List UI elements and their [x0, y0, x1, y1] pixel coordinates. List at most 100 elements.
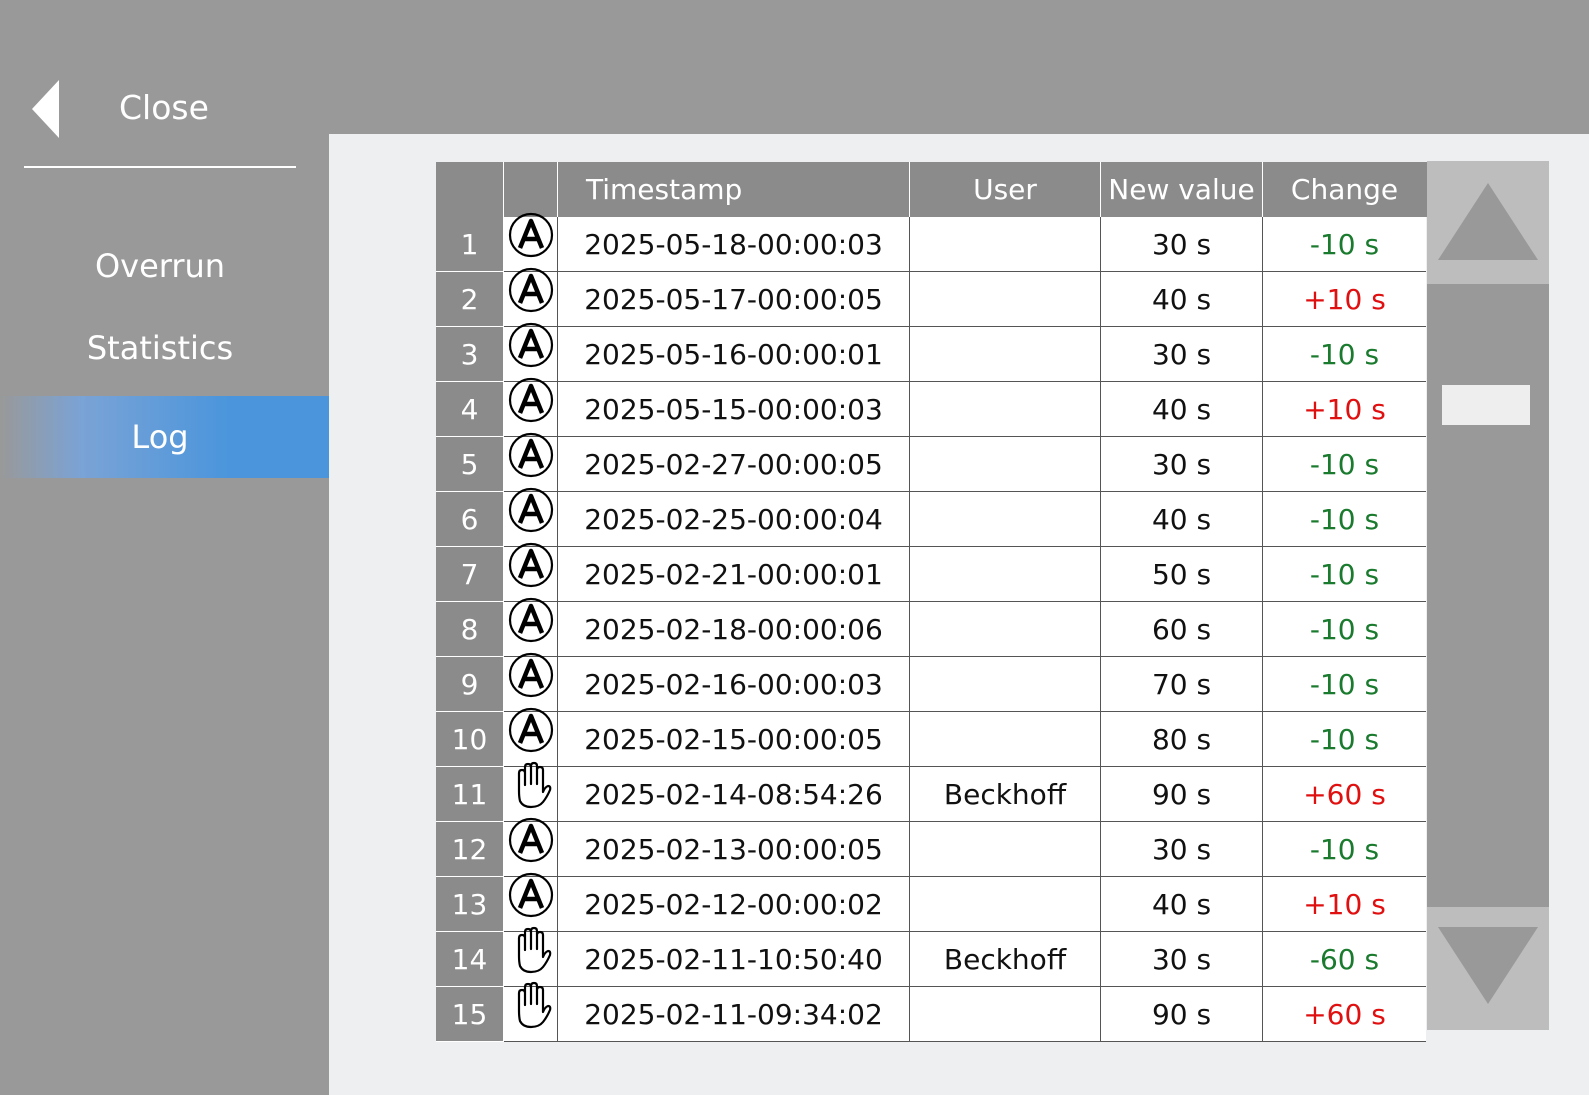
mode-cell — [504, 267, 558, 327]
new-value-cell: 60 s — [1101, 602, 1263, 657]
user-cell — [910, 272, 1101, 327]
timestamp-cell: 2025-02-13-00:00:05 — [558, 822, 910, 877]
change-cell: -10 s — [1263, 822, 1426, 877]
table-row[interactable]: 12 2025-02-13-00:00:05 30 s -10 s — [436, 817, 1430, 877]
row-index: 15 — [436, 987, 504, 1042]
header-user: User — [910, 162, 1101, 217]
row-index: 12 — [436, 822, 504, 877]
new-value-cell: 90 s — [1101, 767, 1263, 822]
table-row[interactable]: 4 2025-05-15-00:00:03 40 s +10 s — [436, 377, 1430, 437]
new-value-cell: 40 s — [1101, 272, 1263, 327]
table-row[interactable]: 9 2025-02-16-00:00:03 70 s -10 s — [436, 652, 1430, 712]
scrollbar[interactable] — [1427, 161, 1549, 1030]
timestamp-cell: 2025-02-14-08:54:26 — [558, 767, 910, 822]
scroll-down-button[interactable] — [1427, 907, 1549, 1030]
change-cell: -10 s — [1263, 602, 1426, 657]
new-value-cell: 30 s — [1101, 217, 1263, 272]
header-new-value: New value — [1101, 162, 1263, 217]
content-panel: Timestamp User New value Change 1 2025-05… — [329, 134, 1589, 1095]
mode-cell — [504, 652, 558, 712]
user-cell — [910, 547, 1101, 602]
row-index: 4 — [436, 382, 504, 437]
arrow-down-icon — [1438, 927, 1538, 1004]
table-row[interactable]: 2 2025-05-17-00:00:05 40 s +10 s — [436, 267, 1430, 327]
timestamp-cell: 2025-02-11-10:50:40 — [558, 932, 910, 987]
manual-hand-icon — [509, 981, 553, 1047]
timestamp-cell: 2025-02-18-00:00:06 — [558, 602, 910, 657]
table-row[interactable]: 1 2025-05-18-00:00:03 30 s -10 s — [436, 212, 1430, 272]
row-index: 7 — [436, 547, 504, 602]
header-mode — [504, 162, 558, 217]
user-cell — [910, 712, 1101, 767]
mode-cell — [504, 487, 558, 547]
table-row[interactable]: 5 2025-02-27-00:00:05 30 s -10 s — [436, 432, 1430, 492]
change-cell: -10 s — [1263, 437, 1426, 492]
timestamp-cell: 2025-02-21-00:00:01 — [558, 547, 910, 602]
row-index: 13 — [436, 877, 504, 932]
mode-cell — [504, 542, 558, 602]
new-value-cell: 30 s — [1101, 437, 1263, 492]
timestamp-cell: 2025-02-27-00:00:05 — [558, 437, 910, 492]
mode-cell — [504, 322, 558, 382]
change-cell: +10 s — [1263, 877, 1426, 932]
close-button[interactable]: Close — [24, 70, 296, 168]
new-value-cell: 70 s — [1101, 657, 1263, 712]
user-cell — [910, 437, 1101, 492]
change-cell: -10 s — [1263, 492, 1426, 547]
header-index — [436, 162, 504, 217]
user-cell — [910, 492, 1101, 547]
table-row[interactable]: 14 2025-02-11-10:50:40 Beckhoff 30 s -60 s — [436, 926, 1430, 987]
mode-cell — [504, 212, 558, 272]
mode-cell — [504, 377, 558, 437]
row-index: 9 — [436, 657, 504, 712]
change-cell: +10 s — [1263, 382, 1426, 437]
user-cell — [910, 987, 1101, 1042]
table-row[interactable]: 10 2025-02-15-00:00:05 80 s -10 s — [436, 707, 1430, 767]
timestamp-cell: 2025-02-25-00:00:04 — [558, 492, 910, 547]
row-index: 11 — [436, 767, 504, 822]
table-row[interactable]: 13 2025-02-12-00:00:02 40 s +10 s — [436, 872, 1430, 932]
new-value-cell: 30 s — [1101, 822, 1263, 877]
nav-item-statistics[interactable]: Statistics — [0, 308, 320, 388]
user-cell — [910, 602, 1101, 657]
mode-cell — [504, 817, 558, 877]
mode-cell — [504, 926, 558, 987]
change-cell: +60 s — [1263, 987, 1426, 1042]
table-row[interactable]: 7 2025-02-21-00:00:01 50 s -10 s — [436, 542, 1430, 602]
timestamp-cell: 2025-02-12-00:00:02 — [558, 877, 910, 932]
user-cell — [910, 822, 1101, 877]
header-timestamp: Timestamp — [558, 162, 910, 217]
user-cell — [910, 657, 1101, 712]
table-row[interactable]: 8 2025-02-18-00:00:06 60 s -10 s — [436, 597, 1430, 657]
back-arrow-icon — [32, 80, 59, 138]
user-cell: Beckhoff — [910, 932, 1101, 987]
arrow-up-icon — [1438, 183, 1538, 260]
change-cell: +60 s — [1263, 767, 1426, 822]
user-cell — [910, 217, 1101, 272]
mode-cell — [504, 707, 558, 767]
table-row[interactable]: 6 2025-02-25-00:00:04 40 s -10 s — [436, 487, 1430, 547]
mode-cell — [504, 981, 558, 1042]
row-index: 6 — [436, 492, 504, 547]
table-row[interactable]: 3 2025-05-16-00:00:01 30 s -10 s — [436, 322, 1430, 382]
mode-cell — [504, 872, 558, 932]
header-change: Change — [1290, 173, 1399, 206]
nav-item-overrun[interactable]: Overrun — [0, 226, 320, 306]
timestamp-cell: 2025-05-15-00:00:03 — [558, 382, 910, 437]
table-row[interactable]: 11 2025-02-14-08:54:26 Beckhoff 90 s +60 s — [436, 761, 1430, 822]
row-index: 8 — [436, 602, 504, 657]
scroll-up-button[interactable] — [1427, 161, 1549, 284]
change-cell: -60 s — [1263, 932, 1426, 987]
new-value-cell: 30 s — [1101, 932, 1263, 987]
close-label: Close — [119, 88, 209, 127]
mode-cell — [504, 761, 558, 822]
change-cell: -10 s — [1263, 327, 1426, 382]
timestamp-cell: 2025-05-17-00:00:05 — [558, 272, 910, 327]
nav-item-log[interactable]: Log — [0, 396, 380, 478]
table-row[interactable]: 15 2025-02-11-09:34:02 90 s +60 s — [436, 981, 1430, 1042]
scroll-thumb[interactable] — [1442, 385, 1530, 425]
new-value-cell: 30 s — [1101, 327, 1263, 382]
change-cell: +10 s — [1263, 272, 1426, 327]
user-cell — [910, 877, 1101, 932]
timestamp-cell: 2025-05-18-00:00:03 — [558, 217, 910, 272]
